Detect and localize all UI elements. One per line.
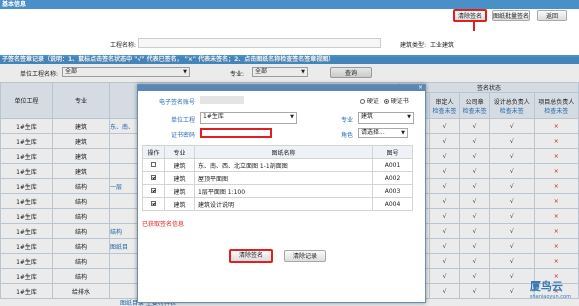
drawing-name: 东、南、西、北立面图 1-1剖面图 bbox=[194, 158, 373, 172]
project-label: 工程名称: bbox=[110, 42, 137, 49]
dialog-clear-record-button[interactable]: 清除记录 bbox=[284, 250, 326, 262]
cert-hard-label: 硬证 bbox=[366, 98, 379, 105]
drawing-name: 建筑设计说明 bbox=[194, 197, 373, 211]
sign-dialog: × 电子签名账号 硬证 硬证书 单位工程 1#生库 ▼ 专业 建筑 ▼ 证书密码 角… bbox=[137, 84, 426, 303]
drawing-major: 建筑 bbox=[164, 158, 195, 172]
drawing-name: 屋顶平面图 bbox=[194, 171, 373, 185]
drawing-number: A001 bbox=[372, 158, 413, 172]
chevron-down-icon: ▼ bbox=[290, 114, 294, 120]
row-checkbox[interactable] bbox=[151, 187, 156, 193]
drawing-major: 建筑 bbox=[164, 197, 195, 211]
clear-sign-button[interactable]: 清除签名 bbox=[453, 9, 487, 22]
row-checkbox[interactable] bbox=[151, 200, 156, 206]
cert-hard-radio[interactable] bbox=[360, 99, 365, 104]
cert-type-group: 硬证 硬证书 bbox=[360, 96, 409, 105]
watermark-brand: 厦鸟云 bbox=[529, 280, 563, 293]
unit-label: 单位工程 bbox=[170, 117, 195, 124]
account-value bbox=[200, 96, 244, 104]
building-type-label: 建筑类型: bbox=[400, 42, 427, 49]
close-icon[interactable]: × bbox=[418, 84, 423, 91]
chevron-down-icon: ▼ bbox=[407, 114, 411, 120]
project-field[interactable] bbox=[138, 38, 381, 48]
dialog-titlebar bbox=[138, 85, 425, 91]
dialog-clear-sign-button[interactable]: 清除签名 bbox=[229, 249, 273, 263]
back-button[interactable]: 返回 bbox=[537, 10, 567, 21]
drawing-number: A004 bbox=[372, 197, 413, 211]
basic-info-header: 基本信息 bbox=[0, 0, 579, 9]
drawing-table-header: 专业 bbox=[164, 145, 195, 159]
building-type-value: 工业建筑 bbox=[430, 42, 455, 49]
cert-soft-label: 硬证书 bbox=[390, 98, 409, 105]
drawing-number: A003 bbox=[372, 184, 413, 198]
role-select[interactable]: 请选择... ▼ bbox=[358, 128, 408, 138]
sign-info-note: 已获取签名信息 bbox=[142, 221, 185, 228]
major-label: 专业 bbox=[340, 117, 353, 124]
row-checkbox[interactable] bbox=[151, 174, 156, 180]
major-select[interactable]: 建筑 ▼ bbox=[358, 112, 414, 124]
drawing-row: 建筑 1层平面图 1:100 A003 bbox=[142, 184, 413, 198]
watermark: 厦鸟云 shaniaoyun.com bbox=[530, 278, 571, 300]
annotation-arrow bbox=[473, 21, 475, 31]
drawing-table-header: 图号 bbox=[372, 145, 413, 159]
drawing-row: 建筑 东、南、西、北立面图 1-1剖面图 A001 bbox=[142, 158, 413, 172]
drawing-table-header: 操作 bbox=[142, 145, 165, 159]
drawing-number: A002 bbox=[372, 171, 413, 185]
role-label: 角色 bbox=[340, 132, 353, 139]
drawing-name: 1层平面图 1:100 bbox=[194, 184, 373, 198]
drawing-table-header: 图纸名称 bbox=[194, 145, 373, 159]
cert-code-label: 证书密码 bbox=[170, 132, 195, 139]
chevron-down-icon: ▼ bbox=[401, 130, 405, 136]
row-checkbox[interactable] bbox=[151, 161, 156, 167]
cert-soft-radio[interactable] bbox=[383, 99, 389, 104]
drawing-table: 操作 专业 图纸名称 图号 建筑 东、南、西、北立面图 1-1剖面图 A001 建筑 屋顶平面… bbox=[142, 145, 413, 211]
drawing-major: 建筑 bbox=[164, 171, 195, 185]
batch-sign-button[interactable]: 图纸批量签名 bbox=[492, 10, 530, 21]
unit-select[interactable]: 1#生库 ▼ bbox=[200, 112, 297, 124]
account-label: 电子签名账号 bbox=[158, 99, 195, 106]
cert-code-input[interactable] bbox=[200, 128, 272, 138]
drawing-major: 建筑 bbox=[164, 184, 195, 198]
drawing-row: 建筑 建筑设计说明 A004 bbox=[142, 197, 413, 211]
drawing-row: 建筑 屋顶平面图 A002 bbox=[142, 171, 413, 185]
watermark-url: shaniaoyun.com bbox=[529, 294, 571, 300]
